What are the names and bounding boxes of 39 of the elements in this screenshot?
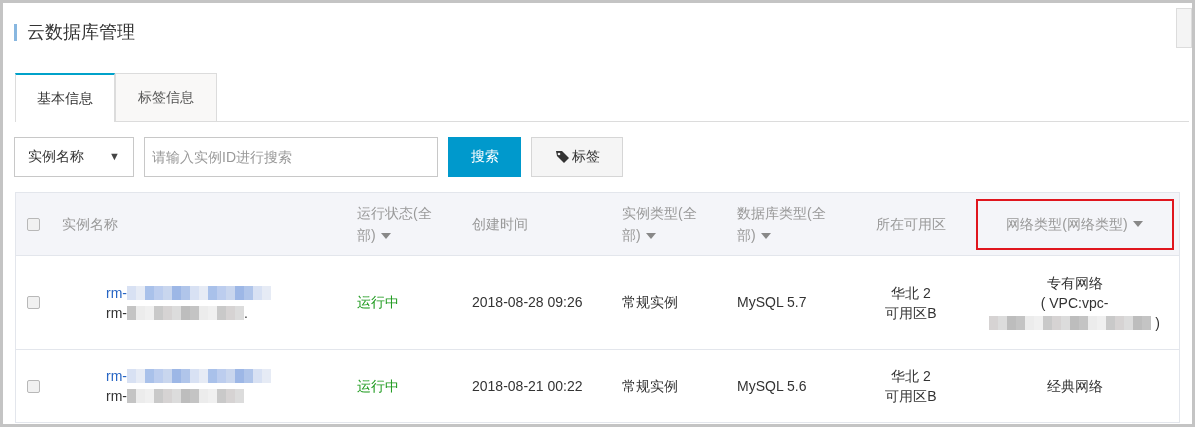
instance-link[interactable]: rm- [106,366,127,386]
tab[interactable]: 标签信息 [115,73,217,121]
caret-icon [380,233,391,240]
table-cell-text: 常规实例 [622,376,678,396]
tag-button[interactable]: 标签 [531,136,623,177]
tag-icon [554,149,571,164]
search-button[interactable]: 搜索 [448,136,521,177]
caret-icon [645,233,656,240]
table-cell-text: 2018-08-28 09:26 [472,293,583,312]
title-accent-bar [14,23,17,41]
status-text: 运行中 [357,376,399,396]
zone-text: 华北 2 可用区B [885,283,937,323]
caret-icon [1132,221,1143,227]
instance-id: rm- [106,303,127,323]
table-cell-text: 常规实例 [622,293,678,312]
column-header: 实例名称 [62,214,118,234]
table-cell-text: MySQL 5.6 [737,376,807,396]
column-header: 所在可用区 [876,214,946,234]
vpc-id: ( VPC:vpc- [1040,293,1109,313]
table-cell-text: MySQL 5.7 [737,293,807,312]
network-type: 经典网络 [1046,377,1103,396]
instance-id: rm- [106,387,127,406]
status-text: 运行中 [357,293,399,312]
tab[interactable]: 基本信息 [15,73,115,122]
filter-dropdown[interactable]: 实例名称 ▼ [14,136,134,177]
side-panel-tab[interactable] [1176,8,1192,48]
table-cell-text: 2018-08-21 00:22 [472,376,583,396]
instance-link[interactable]: rm- [106,282,127,303]
page-title: 云数据库管理 [27,20,135,44]
zone-text: 华北 2 可用区B [885,367,937,406]
column-header: 创建时间 [472,214,528,234]
checkbox[interactable] [27,379,40,393]
closing-paren: ) [1155,313,1160,333]
search-field[interactable]: 请输入实例ID进行搜索 [144,136,438,177]
trailing-dot: . [244,303,248,323]
network-type: 专有网络 [1046,273,1103,293]
caret-icon [760,233,771,240]
checkbox[interactable] [27,217,40,231]
checkbox[interactable] [27,296,40,309]
